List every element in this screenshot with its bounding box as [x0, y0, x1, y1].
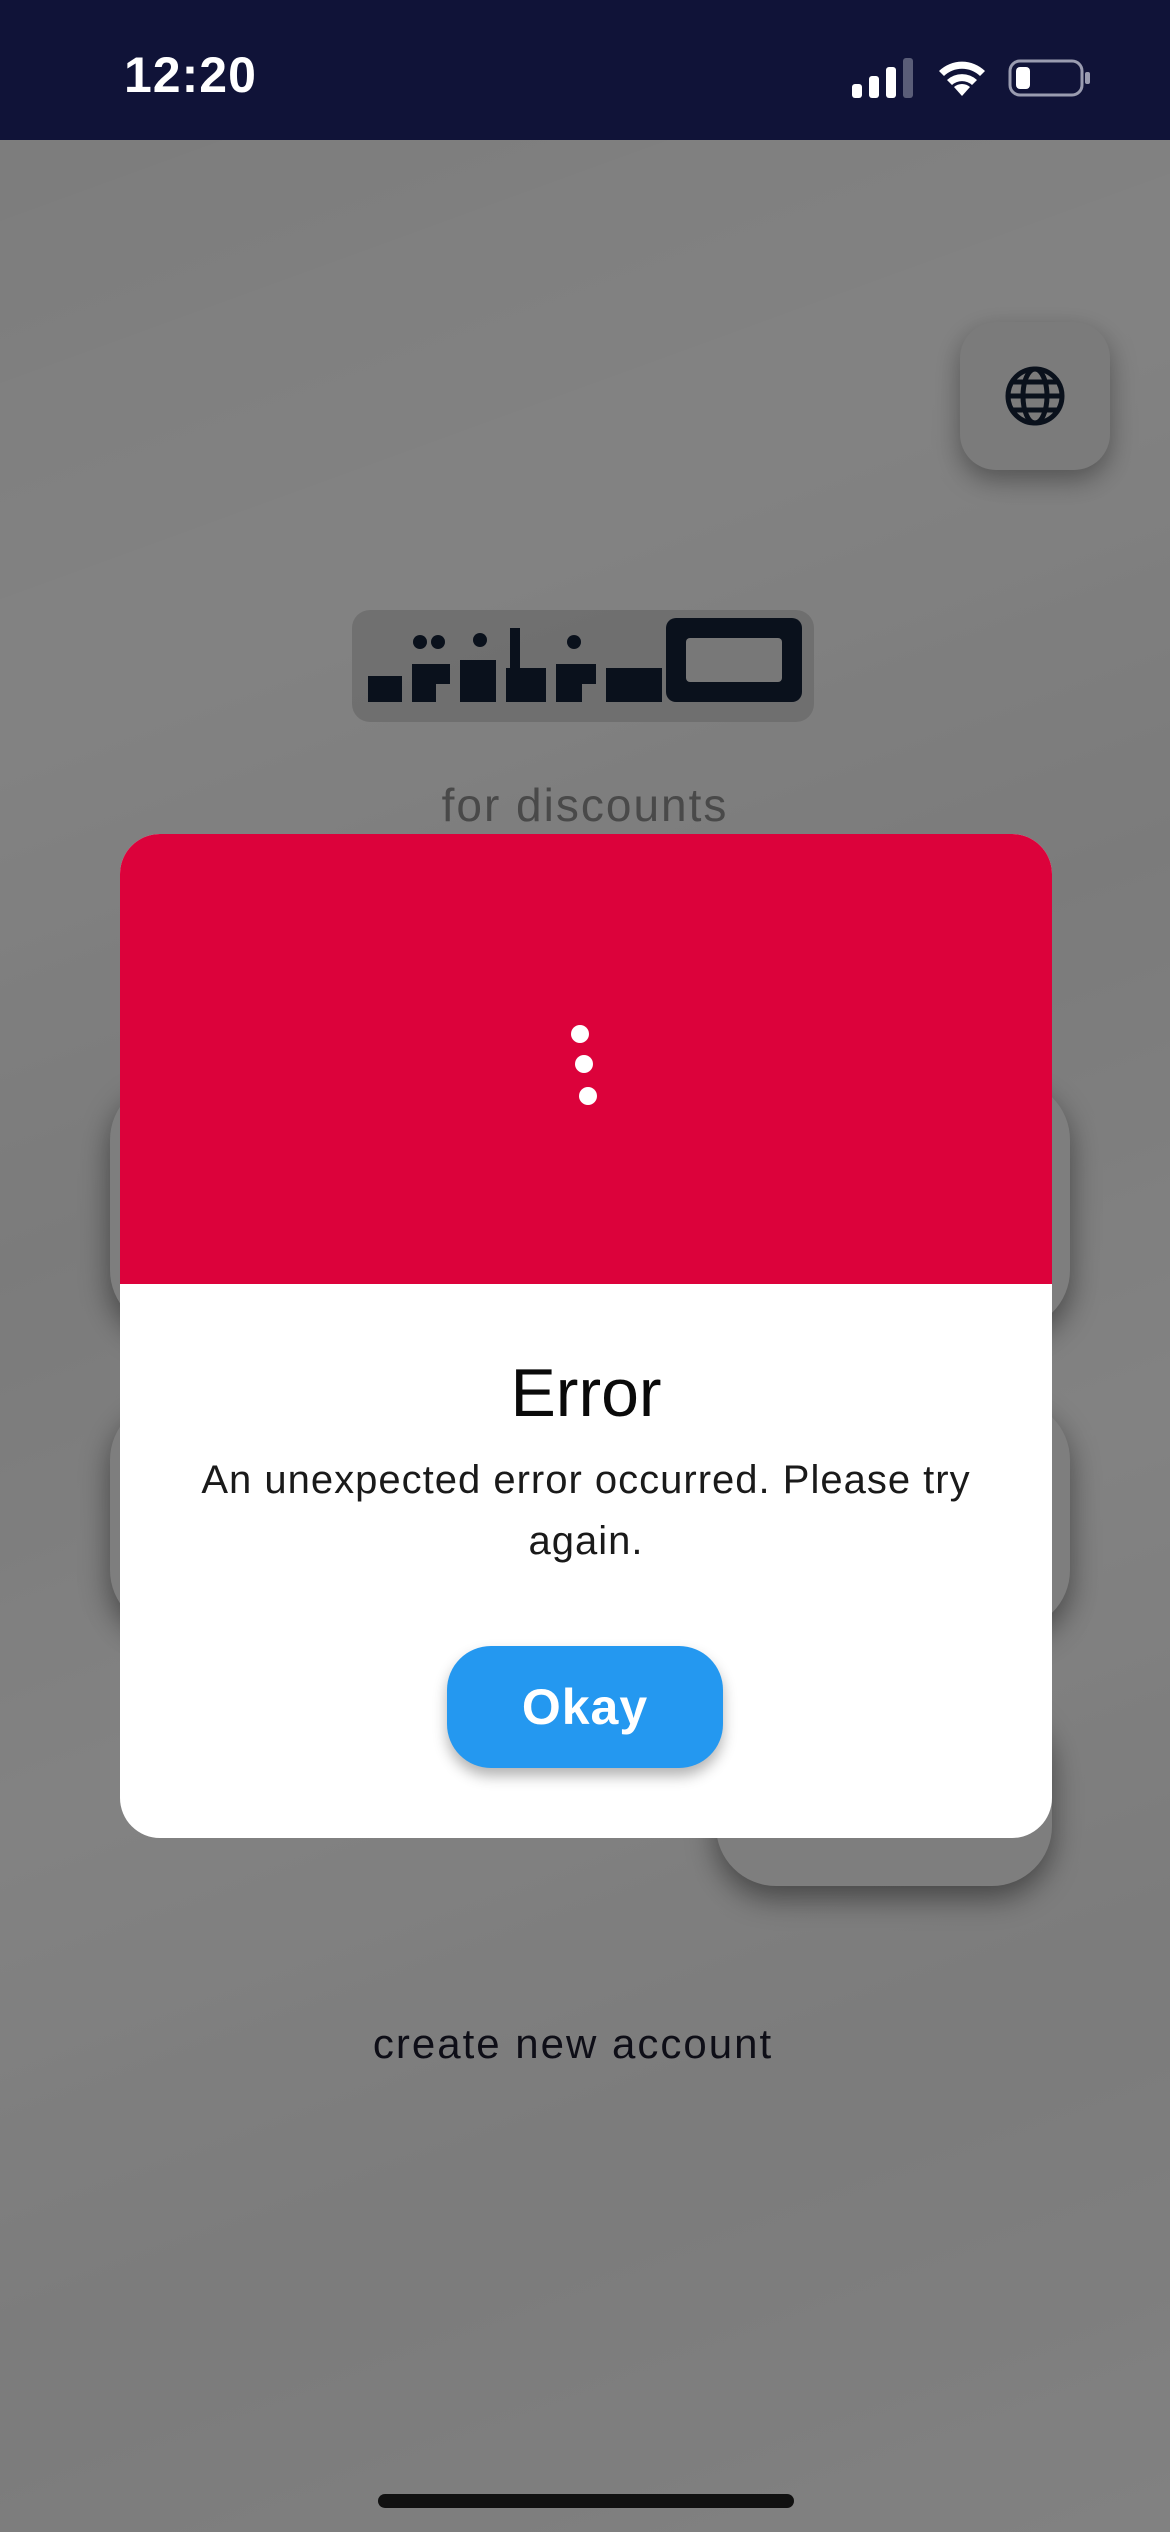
dialog-message: An unexpected error occurred. Please try…	[201, 1458, 971, 1563]
signal-icon	[852, 58, 913, 98]
dialog-title: Error	[510, 1355, 662, 1431]
wifi-icon	[939, 61, 985, 96]
vertical-dots-icon	[571, 1025, 597, 1105]
dialog-header	[120, 834, 1052, 1284]
home-indicator[interactable]	[378, 2494, 794, 2508]
status-bar: 12:20	[0, 0, 1170, 140]
battery-icon	[1008, 59, 1090, 97]
okay-button[interactable]: Okay	[447, 1646, 723, 1768]
error-dialog: Error An unexpected error occurred. Plea…	[120, 834, 1052, 1838]
status-time: 12:20	[124, 47, 257, 103]
